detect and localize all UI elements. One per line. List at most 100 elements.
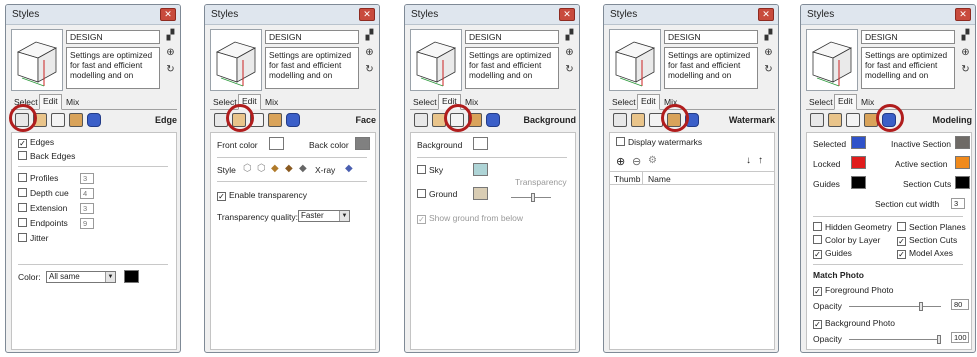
refresh-icon[interactable]: ↻ xyxy=(762,63,775,76)
fg-opacity-slider[interactable] xyxy=(849,306,941,307)
fg-opacity-field[interactable]: 80 xyxy=(951,299,969,310)
monochrome-style-icon[interactable]: ◆ xyxy=(299,163,307,174)
guides-color-swatch[interactable] xyxy=(851,176,866,189)
color-by-layer-checkbox[interactable]: Color by Layer xyxy=(813,235,880,245)
create-style-icon[interactable]: ⊕ xyxy=(164,46,177,59)
move-up-icon[interactable]: ↑ xyxy=(758,155,763,166)
depth-cue-checkbox[interactable]: Depth cue xyxy=(18,188,69,198)
style-description-field[interactable]: Settings are optimized for fast and effi… xyxy=(664,47,758,89)
background-color-swatch[interactable] xyxy=(473,137,488,150)
edge-settings-icon[interactable] xyxy=(613,113,627,127)
transparency-quality-dropdown[interactable]: Faster ▼ xyxy=(298,210,350,222)
style-name-field[interactable]: DESIGN xyxy=(664,30,758,44)
hidden-geometry-checkbox[interactable]: Hidden Geometry xyxy=(813,222,892,232)
edges-checkbox[interactable]: ✓ Edges xyxy=(18,137,54,148)
depth-cue-value-field[interactable]: 4 xyxy=(80,188,94,199)
extension-value-field[interactable]: 3 xyxy=(80,203,94,214)
back-color-swatch[interactable] xyxy=(355,137,370,150)
hidden-line-style-icon[interactable]: ⬡ xyxy=(257,163,266,174)
create-style-icon[interactable]: ⊕ xyxy=(959,46,972,59)
column-header-name[interactable]: Name xyxy=(648,174,671,184)
background-settings-icon[interactable] xyxy=(846,113,860,127)
close-button[interactable]: ✕ xyxy=(559,8,575,21)
edge-color-swatch[interactable] xyxy=(124,270,139,283)
refresh-icon[interactable]: ↻ xyxy=(363,63,376,76)
modeling-settings-icon[interactable] xyxy=(286,113,300,127)
style-name-field[interactable]: DESIGN xyxy=(66,30,160,44)
modeling-settings-icon[interactable] xyxy=(486,113,500,127)
selected-color-swatch[interactable] xyxy=(851,136,866,149)
display-watermarks-checkbox[interactable]: Display watermarks xyxy=(616,137,702,147)
update-style-icon[interactable]: ▞ xyxy=(563,29,576,42)
front-color-swatch[interactable] xyxy=(269,137,284,150)
inactive-section-color-swatch[interactable] xyxy=(955,136,970,149)
enable-transparency-checkbox[interactable]: ✓ Enable transparency xyxy=(217,190,307,201)
section-cuts-checkbox[interactable]: ✓ Section Cuts xyxy=(897,235,957,246)
update-style-icon[interactable]: ▞ xyxy=(762,29,775,42)
move-down-icon[interactable]: ↓ xyxy=(746,155,751,166)
guides-checkbox[interactable]: ✓ Guides xyxy=(813,248,852,259)
bg-opacity-field[interactable]: 100 xyxy=(951,332,969,343)
wireframe-style-icon[interactable]: ⬡ xyxy=(243,163,252,174)
section-planes-checkbox[interactable]: Section Planes xyxy=(897,222,966,232)
tab-mix[interactable]: Mix xyxy=(858,96,877,110)
ground-color-swatch[interactable] xyxy=(473,187,488,200)
tab-select[interactable]: Select xyxy=(806,96,836,110)
tab-edit[interactable]: Edit xyxy=(834,94,857,110)
bg-opacity-slider-handle[interactable] xyxy=(937,335,941,344)
show-ground-checkbox[interactable]: ✓ Show ground from below xyxy=(417,213,523,224)
background-settings-icon[interactable] xyxy=(51,113,65,127)
refresh-icon[interactable]: ↻ xyxy=(164,63,177,76)
face-settings-icon[interactable] xyxy=(631,113,645,127)
create-style-icon[interactable]: ⊕ xyxy=(363,46,376,59)
style-name-field[interactable]: DESIGN xyxy=(265,30,359,44)
style-description-field[interactable]: Settings are optimized for fast and effi… xyxy=(465,47,559,89)
background-photo-checkbox[interactable]: ✓ Background Photo xyxy=(813,318,895,329)
close-button[interactable]: ✕ xyxy=(955,8,971,21)
modeling-settings-icon[interactable] xyxy=(87,113,101,127)
tab-edit[interactable]: Edit xyxy=(637,94,660,110)
style-description-field[interactable]: Settings are optimized for fast and effi… xyxy=(265,47,359,89)
sky-color-swatch[interactable] xyxy=(473,163,488,176)
xray-icon[interactable]: ◆ xyxy=(345,163,353,174)
endpoints-value-field[interactable]: 9 xyxy=(80,218,94,229)
tab-mix[interactable]: Mix xyxy=(63,96,82,110)
close-button[interactable]: ✕ xyxy=(160,8,176,21)
locked-color-swatch[interactable] xyxy=(851,156,866,169)
endpoints-checkbox[interactable]: Endpoints xyxy=(18,218,68,228)
close-button[interactable]: ✕ xyxy=(359,8,375,21)
shaded-textures-style-icon[interactable]: ◆ xyxy=(285,163,293,174)
update-style-icon[interactable]: ▞ xyxy=(164,29,177,42)
active-section-color-swatch[interactable] xyxy=(955,156,970,169)
tab-select[interactable]: Select xyxy=(609,96,639,110)
style-name-field[interactable]: DESIGN xyxy=(861,30,955,44)
create-style-icon[interactable]: ⊕ xyxy=(762,46,775,59)
model-axes-checkbox[interactable]: ✓ Model Axes xyxy=(897,248,953,259)
remove-watermark-icon[interactable]: ⊖ xyxy=(632,155,641,168)
profiles-checkbox[interactable]: Profiles xyxy=(18,173,58,183)
sky-checkbox[interactable]: Sky xyxy=(417,165,443,175)
refresh-icon[interactable]: ↻ xyxy=(563,63,576,76)
close-button[interactable]: ✕ xyxy=(758,8,774,21)
column-header-thumb[interactable]: Thumb xyxy=(614,174,640,184)
edge-settings-icon[interactable] xyxy=(414,113,428,127)
extension-checkbox[interactable]: Extension xyxy=(18,203,67,213)
edge-settings-icon[interactable] xyxy=(810,113,824,127)
create-style-icon[interactable]: ⊕ xyxy=(563,46,576,59)
update-style-icon[interactable]: ▞ xyxy=(363,29,376,42)
style-description-field[interactable]: Settings are optimized for fast and effi… xyxy=(66,47,160,89)
refresh-icon[interactable]: ↻ xyxy=(959,63,972,76)
ground-checkbox[interactable]: Ground xyxy=(417,189,457,199)
watermark-settings-icon[interactable] xyxy=(69,113,83,127)
back-edges-checkbox[interactable]: Back Edges xyxy=(18,151,75,161)
profiles-value-field[interactable]: 3 xyxy=(80,173,94,184)
face-settings-icon[interactable] xyxy=(828,113,842,127)
fg-opacity-slider-handle[interactable] xyxy=(919,302,923,311)
foreground-photo-checkbox[interactable]: ✓ Foreground Photo xyxy=(813,285,894,296)
transparency-slider-handle[interactable] xyxy=(531,193,535,202)
jitter-checkbox[interactable]: Jitter xyxy=(18,233,48,243)
tab-select[interactable]: Select xyxy=(410,96,440,110)
update-style-icon[interactable]: ▞ xyxy=(959,29,972,42)
edit-watermark-icon[interactable]: ⚙ xyxy=(648,155,657,166)
tab-mix[interactable]: Mix xyxy=(262,96,281,110)
